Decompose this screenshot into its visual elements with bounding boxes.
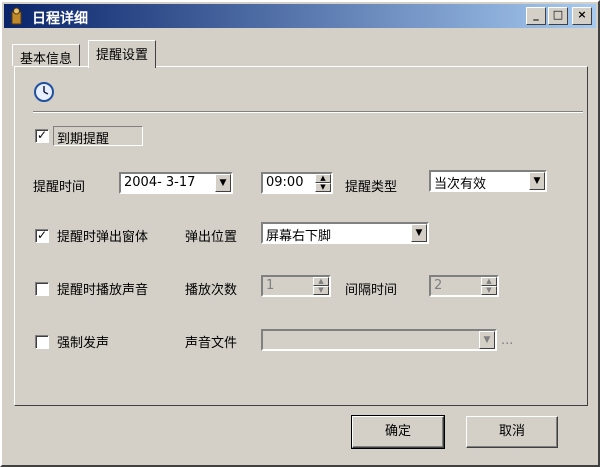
chevron-down-icon: ▼ bbox=[533, 176, 541, 186]
tab-reminder-settings[interactable]: 提醒设置 bbox=[88, 40, 157, 68]
minimize-button[interactable]: _ bbox=[526, 7, 546, 25]
interval-value: 2 bbox=[434, 278, 443, 293]
reminder-settings-panel: ✓ 到期提醒 提醒时间 2004- 3-17 ▼ 09:00 ▲ ▼ 提醒类型 … bbox=[14, 66, 588, 406]
force-sound-checkbox[interactable] bbox=[35, 335, 49, 349]
play-count-spinner[interactable]: 1 ▲ ▼ bbox=[261, 275, 331, 297]
spin-up-icon: ▲ bbox=[486, 277, 492, 285]
popup-window-checkbox[interactable]: ✓ bbox=[35, 229, 49, 243]
play-sound-checkbox[interactable] bbox=[35, 282, 49, 296]
title-bar[interactable]: 日程详细 _ □ × bbox=[4, 4, 596, 28]
header-separator bbox=[33, 111, 583, 113]
tab-label: 提醒设置 bbox=[96, 48, 149, 63]
play-count-down-button[interactable]: ▼ bbox=[313, 286, 329, 295]
interval-label: 间隔时间 bbox=[345, 283, 398, 298]
interval-down-button[interactable]: ▼ bbox=[481, 286, 497, 295]
minimize-icon: _ bbox=[533, 8, 539, 21]
play-count-up-button[interactable]: ▲ bbox=[313, 277, 329, 286]
due-reminder-checkbox[interactable]: ✓ bbox=[35, 129, 49, 143]
spin-down-icon: ▼ bbox=[486, 286, 492, 294]
date-dropdown-button[interactable]: ▼ bbox=[215, 174, 231, 192]
time-spinner[interactable]: 09:00 ▲ ▼ bbox=[261, 172, 333, 194]
dialog-window: 日程详细 _ □ × 基本信息 提醒设置 ✓ 到期提醒 提醒时间 2004- 3… bbox=[0, 0, 600, 467]
reminder-type-label: 提醒类型 bbox=[345, 180, 398, 195]
window-title: 日程详细 bbox=[32, 11, 88, 27]
reminder-type-select[interactable]: 当次有效 ▼ bbox=[429, 170, 547, 192]
reminder-type-dropdown-button[interactable]: ▼ bbox=[529, 172, 545, 190]
close-button[interactable]: × bbox=[572, 7, 592, 25]
play-sound-label: 提醒时播放声音 bbox=[57, 283, 149, 298]
check-mark-icon: ✓ bbox=[36, 128, 48, 142]
chevron-down-icon: ▼ bbox=[219, 178, 227, 188]
reminder-type-value: 当次有效 bbox=[434, 177, 487, 192]
spin-down-icon: ▼ bbox=[318, 286, 324, 294]
play-count-label: 播放次数 bbox=[185, 283, 238, 298]
maximize-icon: □ bbox=[552, 8, 564, 21]
chevron-down-icon: ▼ bbox=[415, 228, 423, 238]
interval-spinner[interactable]: 2 ▲ ▼ bbox=[429, 275, 499, 297]
tab-basic-info[interactable]: 基本信息 bbox=[12, 44, 81, 67]
time-down-button[interactable]: ▼ bbox=[315, 183, 331, 192]
popup-position-value: 屏幕右下脚 bbox=[266, 229, 332, 244]
force-sound-label: 强制发声 bbox=[57, 336, 110, 351]
spin-up-icon: ▲ bbox=[318, 277, 324, 285]
popup-position-select[interactable]: 屏幕右下脚 ▼ bbox=[261, 222, 429, 244]
sound-file-dropdown-button[interactable]: ▼ bbox=[479, 331, 495, 349]
browse-button[interactable]: ... bbox=[501, 333, 513, 348]
chevron-down-icon: ▼ bbox=[483, 335, 491, 345]
popup-position-dropdown-button[interactable]: ▼ bbox=[411, 224, 427, 242]
sound-file-select[interactable]: ▼ bbox=[261, 329, 497, 351]
due-reminder-label-frame: 到期提醒 bbox=[53, 126, 143, 147]
spin-down-icon: ▼ bbox=[320, 183, 326, 191]
tab-label: 基本信息 bbox=[20, 52, 73, 67]
time-value: 09:00 bbox=[266, 175, 304, 190]
cancel-button[interactable]: 取消 bbox=[466, 416, 558, 448]
play-count-value: 1 bbox=[266, 278, 275, 293]
sound-file-label: 声音文件 bbox=[185, 336, 238, 351]
date-picker[interactable]: 2004- 3-17 ▼ bbox=[119, 172, 233, 194]
due-reminder-label: 到期提醒 bbox=[57, 132, 110, 147]
check-mark-icon: ✓ bbox=[36, 228, 48, 242]
popup-position-label: 弹出位置 bbox=[185, 230, 238, 245]
close-icon: × bbox=[577, 8, 587, 21]
reminder-time-label: 提醒时间 bbox=[33, 180, 86, 195]
time-up-button[interactable]: ▲ bbox=[315, 174, 331, 183]
popup-window-label: 提醒时弹出窗体 bbox=[57, 230, 149, 245]
app-icon bbox=[9, 7, 25, 25]
interval-up-button[interactable]: ▲ bbox=[481, 277, 497, 286]
spin-up-icon: ▲ bbox=[320, 174, 326, 182]
maximize-button[interactable]: □ bbox=[548, 7, 568, 25]
date-value: 2004- 3-17 bbox=[124, 175, 196, 190]
ok-button[interactable]: 确定 bbox=[351, 415, 445, 449]
clock-icon bbox=[33, 81, 55, 103]
